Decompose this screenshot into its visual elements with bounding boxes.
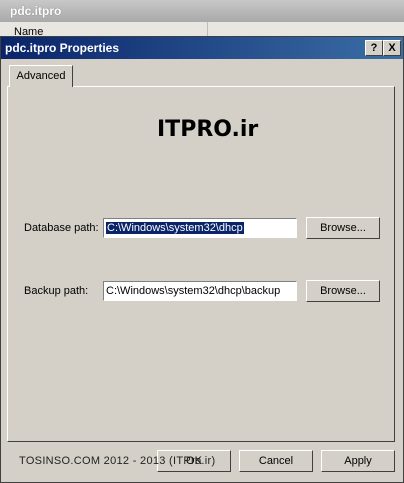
- database-path-field[interactable]: C:\Windows\system32\dhcp: [103, 218, 297, 238]
- apply-button[interactable]: Apply: [321, 450, 395, 472]
- backup-browse-button[interactable]: Browse...: [306, 280, 380, 302]
- close-button[interactable]: X: [383, 40, 401, 56]
- backup-path-value: C:\Windows\system32\dhcp\backup: [106, 285, 281, 297]
- tab-panel: ITPRO.ir Database path: C:\Windows\syste…: [7, 86, 395, 442]
- dialog-titlebar[interactable]: pdc.itpro Properties: [1, 37, 403, 59]
- database-path-label: Database path:: [24, 222, 99, 234]
- database-path-value: C:\Windows\system32\dhcp: [106, 222, 244, 234]
- properties-dialog: pdc.itpro Properties ? X Advanced ITPRO.…: [0, 36, 404, 483]
- help-button[interactable]: ?: [365, 40, 383, 56]
- backup-path-label: Backup path:: [24, 285, 89, 297]
- footer-watermark-text: TOSINSO.COM 2012 - 2013 (ITPro.ir): [19, 455, 216, 467]
- background-window-title: pdc.itpro: [0, 0, 404, 22]
- dialog-title: pdc.itpro Properties: [5, 41, 120, 55]
- background-window: pdc.itpro Name: [0, 0, 404, 37]
- cancel-button[interactable]: Cancel: [239, 450, 313, 472]
- itpro-watermark: ITPRO.ir: [157, 117, 259, 142]
- backup-path-field[interactable]: C:\Windows\system32\dhcp\backup: [103, 281, 297, 301]
- database-browse-button[interactable]: Browse...: [306, 217, 380, 239]
- tab-advanced[interactable]: Advanced: [9, 65, 73, 87]
- column-header-name[interactable]: Name: [8, 22, 208, 36]
